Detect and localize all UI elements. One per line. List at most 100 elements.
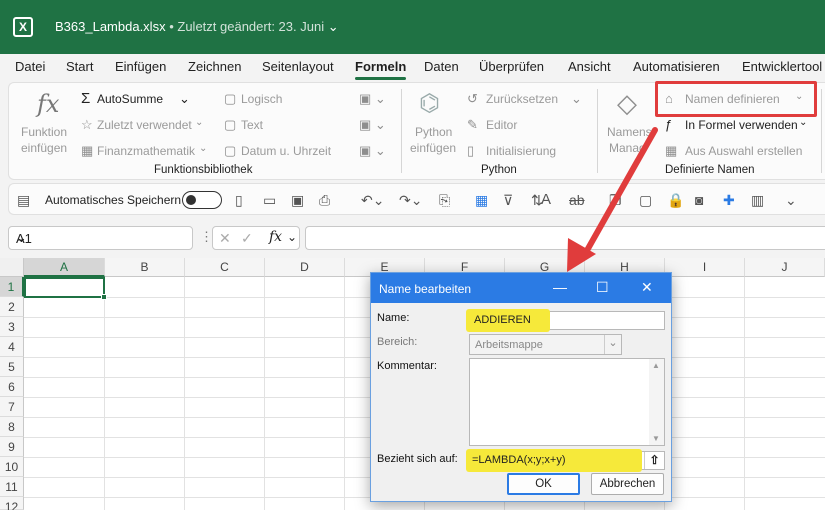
table-icon[interactable]: ▦	[475, 192, 488, 208]
chevron-down-icon[interactable]: ⌄	[571, 92, 582, 106]
abbrechen-button[interactable]: Abbrechen	[591, 473, 664, 495]
fill-handle[interactable]	[101, 294, 107, 300]
camera-icon[interactable]: ◙	[695, 192, 703, 208]
file-name: B363_Lambda.xlsx	[55, 19, 166, 34]
format-painter-icon[interactable]: ⎘	[439, 192, 450, 208]
tab-start[interactable]: Start	[66, 59, 93, 74]
tab-formeln[interactable]: Formeln	[355, 59, 407, 80]
tab-einfuegen[interactable]: Einfügen	[115, 59, 166, 74]
row-header-3[interactable]: 3	[0, 317, 24, 337]
initialisierung-button[interactable]: Initialisierung	[486, 144, 556, 158]
copy-icon[interactable]: ❐	[609, 192, 622, 208]
new-file-icon[interactable]: ▯	[235, 192, 243, 208]
row-header-1[interactable]: 1	[0, 277, 24, 297]
scroll-up-icon[interactable]: ▲	[652, 361, 660, 370]
column-header-j[interactable]: J	[745, 258, 825, 277]
redo-icon[interactable]: ↷⌄	[399, 192, 422, 208]
bereich-select[interactable]: Arbeitsmappe ⌄	[469, 334, 622, 355]
scrollbar[interactable]: ▲ ▼	[649, 359, 664, 445]
quick-access-toolbar: ▤ Automatisches Speichern ▯ ▭ ▣ ⎙ ↶⌄ ↷⌄ …	[8, 183, 825, 215]
namens-manager-label-2[interactable]: Manag	[609, 141, 646, 155]
python-label-2[interactable]: einfügen	[410, 141, 456, 155]
logisch-button[interactable]: Logisch	[241, 92, 282, 106]
row-header-6[interactable]: 6	[0, 377, 24, 397]
undo-icon[interactable]: ↶⌄	[361, 192, 384, 208]
strikethrough-icon[interactable]: ab	[569, 192, 585, 208]
tab-daten[interactable]: Daten	[424, 59, 459, 74]
row-header-8[interactable]: 8	[0, 417, 24, 437]
lock-icon[interactable]: 🔒	[667, 192, 684, 208]
editor-button[interactable]: Editor	[486, 118, 517, 132]
chevron-down-icon[interactable]: ⌄	[604, 335, 621, 354]
column-header-a[interactable]: A	[24, 258, 105, 277]
tab-entwicklertools[interactable]: Entwicklertool	[742, 59, 822, 74]
collapse-dialog-icon[interactable]: ⇧	[644, 452, 664, 469]
autosave-toggle[interactable]	[182, 191, 222, 209]
maximize-icon[interactable]: ☐	[596, 279, 609, 296]
tab-datei[interactable]: Datei	[15, 59, 45, 74]
row-header-9[interactable]: 9	[0, 437, 24, 457]
kommentar-textarea[interactable]: ▲ ▼	[469, 358, 665, 446]
minimize-icon[interactable]: —	[553, 279, 567, 295]
save-icon[interactable]: ▣	[291, 192, 304, 208]
zuletzt-verwendet-button[interactable]: Zuletzt verwendet	[97, 118, 192, 132]
bezieht-sich-auf-field[interactable]: =LAMBDA(x;y;x+y) ⇧	[466, 449, 665, 472]
column-header-i[interactable]: I	[665, 258, 745, 277]
row-header-7[interactable]: 7	[0, 397, 24, 417]
tab-seitenlayout[interactable]: Seitenlayout	[262, 59, 334, 74]
tab-automatisieren[interactable]: Automatisieren	[633, 59, 720, 74]
chevron-down-icon[interactable]: ⌄	[287, 230, 297, 244]
cross-icon[interactable]: ✚	[723, 192, 735, 208]
close-icon[interactable]: ✕	[641, 279, 653, 296]
print-icon[interactable]: ⎙	[319, 192, 330, 208]
chevron-down-icon[interactable]: ⌄	[16, 230, 186, 246]
more-functions-icon[interactable]: ▣ ⌄	[359, 144, 386, 158]
zuruecksetzen-button[interactable]: Zurücksetzen	[486, 92, 558, 106]
customize-toolbar-icon[interactable]: ⌄	[785, 192, 797, 208]
name-field[interactable]: ADDIEREN	[466, 309, 665, 332]
grid-icon[interactable]: ▥	[751, 192, 764, 208]
paste-icon[interactable]: ▢	[639, 192, 652, 208]
chevron-down-icon[interactable]: ⌄	[179, 92, 190, 106]
tab-ueberpruefen[interactable]: Überprüfen	[479, 59, 544, 74]
funktion-label-2[interactable]: einfügen	[21, 141, 67, 155]
column-header-d[interactable]: D	[265, 258, 345, 277]
insert-function-icon[interactable]: fx	[269, 229, 282, 245]
row-header-10[interactable]: 10	[0, 457, 24, 477]
column-header-c[interactable]: C	[185, 258, 265, 277]
formula-input[interactable]	[305, 226, 825, 250]
cancel-icon[interactable]: ✕	[219, 230, 231, 247]
lookup-icon[interactable]: ▣ ⌄	[359, 92, 386, 106]
text-size-icon[interactable]: A	[541, 192, 551, 208]
in-formel-verwenden-button[interactable]: In Formel verwenden	[685, 118, 798, 132]
chevron-down-icon[interactable]: ⌄	[799, 116, 807, 130]
row-header-4[interactable]: 4	[0, 337, 24, 357]
scroll-down-icon[interactable]: ▼	[652, 434, 660, 443]
aus-auswahl-erstellen-button[interactable]: Aus Auswahl erstellen	[685, 144, 802, 158]
namens-manager-label-1[interactable]: Namens-	[607, 125, 656, 139]
row-header-2[interactable]: 2	[0, 297, 24, 317]
funktion-label-1[interactable]: Funktion	[21, 125, 67, 139]
tab-ansicht[interactable]: Ansicht	[568, 59, 611, 74]
column-header-b[interactable]: B	[105, 258, 185, 277]
text-button[interactable]: Text	[241, 118, 263, 132]
math-icon[interactable]: ▣ ⌄	[359, 118, 386, 132]
autosumme-button[interactable]: AutoSumme	[97, 92, 163, 106]
window-title[interactable]: B363_Lambda.xlsx • Zuletzt geändert: 23.…	[55, 19, 339, 35]
select-all-corner[interactable]	[0, 258, 24, 277]
active-cell-a1[interactable]	[24, 277, 105, 298]
filter-icon[interactable]: ⊽	[503, 192, 513, 208]
row-header-11[interactable]: 11	[0, 477, 24, 497]
row-header-5[interactable]: 5	[0, 357, 24, 377]
chevron-down-icon[interactable]: ⌄	[195, 116, 203, 130]
chevron-down-icon[interactable]: ⌄	[199, 142, 207, 156]
name-box[interactable]: A1 ⌄	[8, 226, 193, 250]
python-label-1[interactable]: Python	[415, 125, 452, 139]
tab-zeichnen[interactable]: Zeichnen	[188, 59, 241, 74]
finanzmathematik-button[interactable]: Finanzmathematik	[97, 144, 195, 158]
open-folder-icon[interactable]: ▭	[263, 192, 276, 208]
datum-uhrzeit-button[interactable]: Datum u. Uhrzeit	[241, 144, 331, 158]
ok-button[interactable]: OK	[507, 473, 580, 495]
row-header-12[interactable]: 12	[0, 497, 24, 510]
confirm-icon[interactable]: ✓	[241, 230, 253, 247]
